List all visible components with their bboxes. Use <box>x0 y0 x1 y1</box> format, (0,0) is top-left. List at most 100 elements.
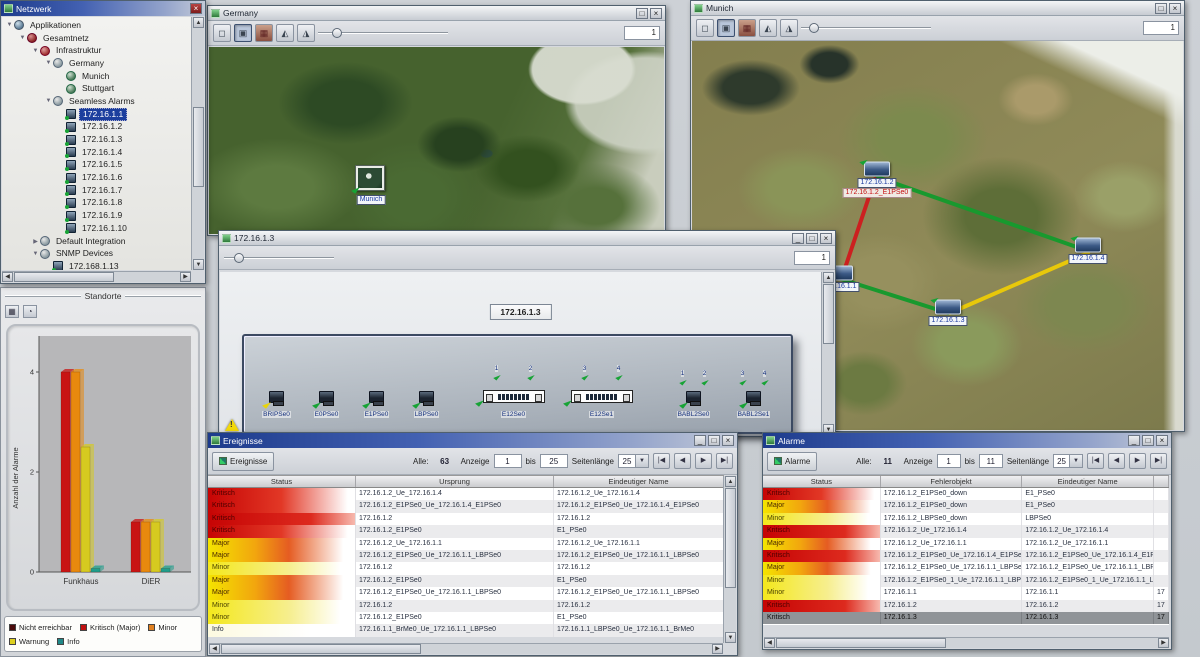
zoom-tool-button[interactable]: ▣ <box>234 24 252 42</box>
device-host[interactable]: E0PSe0 <box>310 391 344 418</box>
chart-tab[interactable]: Standorte <box>1 288 205 303</box>
next-page-button[interactable]: ▶ <box>1129 453 1146 469</box>
table-row[interactable]: Kritisch172.16.1.2172.16.1.2 <box>208 513 724 525</box>
last-page-button[interactable]: ▶| <box>1150 453 1167 469</box>
port[interactable]: 1 <box>677 370 689 385</box>
minimize-button[interactable]: _ <box>694 435 706 446</box>
scroll-thumb[interactable] <box>221 644 421 654</box>
port[interactable]: 4 <box>759 370 771 385</box>
table-row[interactable]: Kritisch172.16.1.2172.16.1.217 <box>763 600 1169 612</box>
table-row[interactable]: Kritisch172.16.1.3172.16.1.317 <box>763 612 1169 624</box>
device-host[interactable]: BRIPSe0 <box>260 391 294 418</box>
zoom-in-button[interactable]: ◭ <box>276 24 294 42</box>
pagesize-combobox[interactable]: 25▼ <box>618 454 649 468</box>
tree-item[interactable]: ▼Seamless Alarms <box>2 95 191 108</box>
port[interactable]: 1 <box>491 365 503 380</box>
zoom-out-button[interactable]: ◮ <box>297 24 315 42</box>
table-row[interactable]: Minor172.16.1.2_E1PSe0E1_PSe0 <box>208 612 724 624</box>
table-row[interactable]: Minor172.16.1.1172.16.1.117 <box>763 587 1169 599</box>
scroll-thumb[interactable] <box>193 107 204 187</box>
germany-map[interactable]: Munich <box>209 47 664 234</box>
table-row[interactable]: Major172.16.1.2_E1PSe0E1_PSe0 <box>208 575 724 587</box>
table-row[interactable]: Major172.16.1.2_E1PSe0_Ue_172.16.1.1_LBP… <box>208 587 724 599</box>
table-row[interactable]: Minor172.16.1.2_E1PSe0_1_Ue_172.16.1.1_L… <box>763 575 1169 587</box>
next-page-button[interactable]: ▶ <box>695 453 712 469</box>
layers-button[interactable]: ▦ <box>738 19 756 37</box>
tree-expander-icon[interactable]: ▼ <box>31 251 40 257</box>
scroll-up-icon[interactable]: ▲ <box>725 476 736 487</box>
alarms-horizontal-scrollbar[interactable]: ◀ ▶ <box>764 637 1169 648</box>
zoom-level-field[interactable]: 1 <box>794 251 830 265</box>
scroll-down-icon[interactable]: ▼ <box>725 632 736 643</box>
tree-horizontal-scrollbar[interactable]: ◀ ▶ <box>2 271 191 282</box>
tree-item[interactable]: 172.16.1.5 <box>2 159 191 172</box>
scroll-thumb[interactable] <box>14 272 114 282</box>
device-vertical-scrollbar[interactable]: ▲ ▼ <box>821 272 834 435</box>
zoom-in-button[interactable]: ◭ <box>759 19 777 37</box>
device-host[interactable]: LBPSe0 <box>410 391 444 418</box>
network-node[interactable] <box>935 300 961 315</box>
close-button[interactable]: × <box>1169 3 1181 14</box>
alarms-tab-button[interactable]: Alarme <box>767 452 817 471</box>
scroll-down-icon[interactable]: ▼ <box>193 259 204 270</box>
tree-item[interactable]: ▼Germany <box>2 57 191 70</box>
scroll-up-icon[interactable]: ▲ <box>193 17 204 28</box>
tree-item[interactable]: 172.16.1.3 <box>2 133 191 146</box>
tree-expander-icon[interactable]: ▼ <box>44 98 53 104</box>
scroll-left-icon[interactable]: ◀ <box>2 272 13 282</box>
table-row[interactable]: Kritisch172.16.1.2_E1PSe0E1_PSe0 <box>208 525 724 537</box>
column-header[interactable]: Fehlerobjekt <box>881 476 1023 487</box>
zoom-slider[interactable] <box>318 27 448 39</box>
range-to-field[interactable]: 11 <box>979 454 1003 468</box>
range-from-field[interactable]: 1 <box>937 454 961 468</box>
close-button[interactable]: × <box>820 233 832 244</box>
tree-expander-icon[interactable]: ▼ <box>31 48 40 54</box>
tree-expander-icon[interactable]: ▼ <box>44 60 53 66</box>
tree-item[interactable]: Munich <box>2 70 191 83</box>
tree-item[interactable]: ▼Infrastruktur <box>2 44 191 57</box>
port[interactable]: 2 <box>525 365 537 380</box>
scroll-up-icon[interactable]: ▲ <box>823 272 834 283</box>
port[interactable]: 2 <box>699 370 711 385</box>
scroll-left-icon[interactable]: ◀ <box>764 638 775 648</box>
port[interactable]: 3 <box>579 365 591 380</box>
port[interactable]: 4 <box>613 365 625 380</box>
site-node-munich[interactable] <box>355 165 385 191</box>
range-from-field[interactable]: 1 <box>494 454 522 468</box>
events-vertical-scrollbar[interactable]: ▲ ▼ <box>723 476 736 643</box>
zoom-tool-button[interactable]: ▣ <box>717 19 735 37</box>
port[interactable]: 3 <box>737 370 749 385</box>
table-row[interactable]: Major172.16.1.2_Ue_172.16.1.1172.16.1.2_… <box>208 538 724 550</box>
tree-expander-icon[interactable]: ▼ <box>5 22 14 28</box>
scroll-right-icon[interactable]: ▶ <box>1158 638 1169 648</box>
network-node[interactable] <box>1075 238 1101 253</box>
column-header[interactable]: Eindeutiger Name <box>1022 476 1154 487</box>
table-row[interactable]: Kritisch172.16.1.2_E1PSe0_Ue_172.16.1.4_… <box>208 500 724 512</box>
zoom-slider[interactable] <box>801 22 931 34</box>
device-host[interactable]: BABL2Se1 <box>737 391 771 418</box>
network-node[interactable] <box>864 162 890 177</box>
range-to-field[interactable]: 25 <box>540 454 568 468</box>
layers-button[interactable]: ▦ <box>255 24 273 42</box>
close-button[interactable]: × <box>190 3 202 14</box>
device-rack[interactable]: 34E12Se1 <box>566 365 638 418</box>
tree-item[interactable]: 172.16.1.10 <box>2 222 191 235</box>
pagesize-combobox[interactable]: 25▼ <box>1053 454 1083 468</box>
device-host[interactable]: BABL2Se0 <box>677 391 711 418</box>
select-tool-button[interactable]: ◻ <box>696 19 714 37</box>
first-page-button[interactable]: |◀ <box>653 453 670 469</box>
table-view-button[interactable]: ▦ <box>5 305 19 318</box>
tree-item[interactable]: 172.16.1.9 <box>2 209 191 222</box>
scroll-right-icon[interactable]: ▶ <box>712 644 723 654</box>
device-rack[interactable]: 12E12Se0 <box>478 365 550 418</box>
table-row[interactable]: Kritisch172.16.1.2_Ue_172.16.1.4172.16.1… <box>763 525 1169 537</box>
tree-item[interactable]: 172.16.1.8 <box>2 197 191 210</box>
tree-item[interactable]: 172.16.1.6 <box>2 171 191 184</box>
restore-button[interactable]: □ <box>1142 435 1154 446</box>
link-4-to-3[interactable] <box>950 253 1088 313</box>
device-mux[interactable]: 34 BABL2Se1 <box>732 370 776 418</box>
table-row[interactable]: Minor172.16.1.2172.16.1.2 <box>208 600 724 612</box>
events-horizontal-scrollbar[interactable]: ◀ ▶ <box>209 643 723 654</box>
device-canvas[interactable]: 172.16.1.3 BRIPSe0E0PSe0E1PSe0LBPSe012E1… <box>220 272 821 435</box>
table-row[interactable]: Minor172.16.1.2172.16.1.2 <box>208 562 724 574</box>
